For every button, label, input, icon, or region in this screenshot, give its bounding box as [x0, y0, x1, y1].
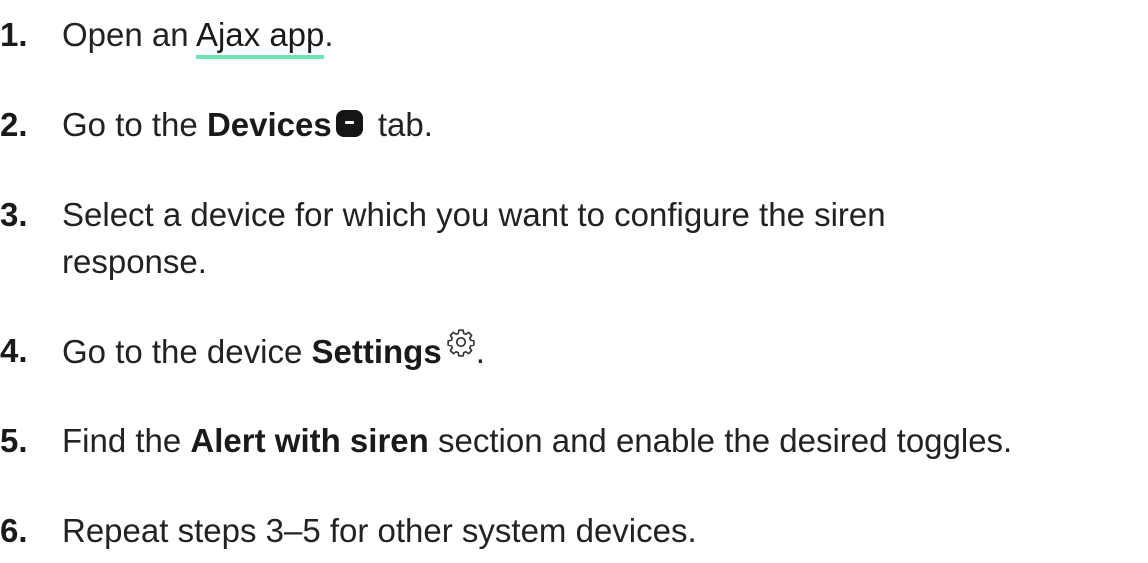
step-number: 3.	[0, 196, 28, 233]
step-text-before: Go to the device	[62, 333, 303, 370]
gear-icon	[447, 329, 475, 357]
step-text: Open an Ajax app.	[62, 11, 1142, 59]
step-2: 2. Go to the Devices tab.	[0, 101, 1148, 148]
step-number: 5.	[0, 422, 28, 459]
step-text-before: Open an	[62, 16, 189, 53]
step-text-before: Go to the	[62, 106, 198, 143]
step-number: 4.	[0, 332, 28, 369]
step-text: Go to the device Settings.	[62, 327, 1142, 375]
step-text-after: .	[324, 16, 334, 53]
settings-label: Settings	[311, 333, 442, 370]
step-number: 1.	[0, 16, 28, 53]
step-text-after: .	[475, 333, 485, 370]
step-text: Repeat steps 3–5 for other system device…	[62, 512, 697, 549]
step-1: 1. Open an Ajax app.	[0, 11, 1148, 59]
step-5: 5. Find the Alert with siren section and…	[0, 417, 1148, 464]
ajax-app-link[interactable]: Ajax app	[195, 16, 325, 59]
step-text-before: Find the	[62, 422, 182, 459]
step-number: 2.	[0, 106, 28, 143]
step-4: 4. Go to the device Settings.	[0, 327, 1148, 375]
devices-tab-label: Devices	[206, 106, 332, 143]
alert-with-siren-label: Alert with siren	[190, 422, 429, 459]
step-6: 6. Repeat steps 3–5 for other system dev…	[0, 507, 1148, 554]
step-3: 3. Select a device for which you want to…	[0, 191, 1148, 285]
instruction-steps: 1. Open an Ajax app. 2. Go to the Device…	[0, 0, 1148, 563]
step-text: Find the Alert with siren section and en…	[62, 417, 1142, 464]
step-text: Go to the Devices tab.	[62, 101, 1142, 148]
devices-tab-icon	[335, 110, 363, 137]
step-number: 6.	[0, 512, 28, 549]
step-text-after: tab.	[377, 106, 433, 143]
step-text-after: section and enable the desired toggles.	[437, 422, 1013, 459]
step-text: Select a device for which you want to co…	[62, 196, 886, 280]
